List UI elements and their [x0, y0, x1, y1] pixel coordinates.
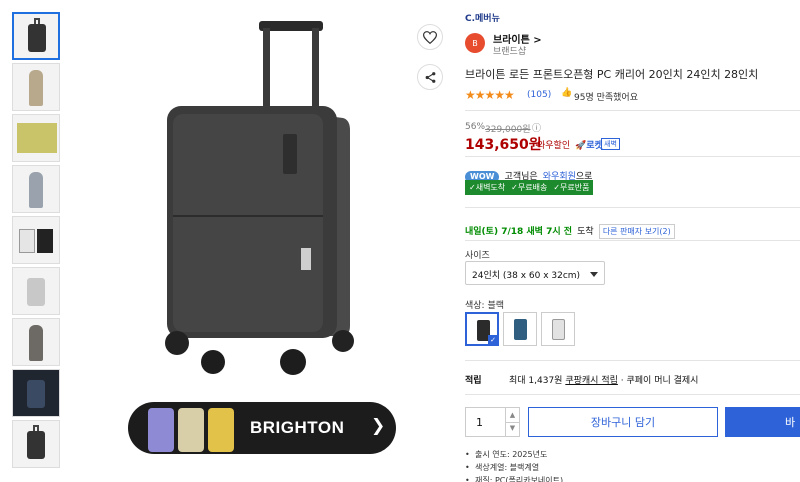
quantity-value[interactable]: 1: [476, 416, 483, 429]
discount-rate: 56%: [465, 122, 486, 132]
reward-suffix: · 쿠페이 머니 결제시: [620, 376, 699, 386]
delivery-arrive: 도착: [577, 227, 594, 237]
quantity-stepper[interactable]: 1 ▲ ▼: [465, 407, 520, 437]
spec-list: 출시 연도: 2025년도 색상계열: 블랙계열 재질: PC(폴리카보네이트): [465, 448, 563, 482]
mall-logo: C.메버뉴: [465, 14, 500, 24]
banner-suitcase-beige: [178, 408, 204, 452]
thumbnail-4[interactable]: [12, 165, 60, 213]
banner-suitcase-purple: [148, 408, 174, 452]
benefit-free-return: ✓무료반품: [553, 183, 590, 192]
color-swatch-black[interactable]: ✓: [465, 312, 499, 346]
thumbnail-list: [12, 12, 62, 471]
product-title: 브라이튼 로든 프론트오픈형 PC 캐리어 20인치 24인치 28인치: [465, 68, 759, 81]
divider: [465, 110, 800, 111]
reward-row: 최대 1,437원 쿠팡캐시 적립 · 쿠페이 머니 결제시: [509, 373, 698, 386]
wow-benefits-bar: ✓새벽도착 ✓무료배송 ✓무료반품: [465, 180, 594, 195]
rocket-badge: 🚀로켓: [575, 141, 603, 151]
thumbnail-5[interactable]: [12, 216, 60, 264]
banner-brand-text: BRIGHTON: [250, 418, 345, 437]
share-button[interactable]: [417, 64, 443, 90]
seller-subtitle: 브랜드샵: [493, 47, 527, 57]
buy-now-button[interactable]: 바: [725, 407, 800, 437]
benefit-dawn-delivery: ✓새벽도착: [469, 183, 506, 192]
size-selected-value: 24인치 (38 x 60 x 32cm): [472, 271, 581, 281]
spec-release-year: 출시 연도: 2025년도: [465, 448, 563, 461]
thumbnail-8[interactable]: [12, 369, 60, 417]
color-label: 색상: 블랙: [465, 301, 505, 311]
delivery-row: 내일(토) 7/18 새벽 7시 전 도착 다른 판매자 보기(2): [465, 219, 675, 239]
divider: [465, 156, 800, 157]
size-select[interactable]: 24인치 (38 x 60 x 32cm): [465, 261, 605, 285]
color-swatch-grey[interactable]: [541, 312, 575, 346]
wishlist-button[interactable]: [417, 24, 443, 50]
add-to-cart-button[interactable]: 장바구니 담기: [528, 407, 718, 437]
other-sellers-button[interactable]: 다른 판매자 보기(2): [598, 224, 675, 239]
rating-stars[interactable]: ★★★★★: [465, 88, 515, 102]
thumbnail-7[interactable]: [12, 318, 60, 366]
divider: [465, 207, 800, 208]
wow-discount-label: 와우할인: [537, 141, 571, 151]
spec-color-family: 색상계열: 블랙계열: [465, 461, 563, 474]
seller-logo: B: [465, 33, 485, 53]
spec-material: 재질: PC(폴리카보네이트): [465, 474, 563, 482]
satisfaction-text: 95명 만족했어요: [574, 93, 638, 103]
thumbs-up-icon: 👍: [561, 88, 573, 98]
current-price: 143,650원: [465, 137, 542, 153]
chevron-right-icon: ❯: [371, 416, 386, 436]
banner-suitcase-yellow: [208, 408, 234, 452]
thumbnail-6[interactable]: [12, 267, 60, 315]
rocket-dawn-tag: 새벽: [601, 138, 620, 150]
review-count-link[interactable]: (105): [527, 90, 551, 100]
reward-label: 적립: [465, 376, 482, 386]
thumbnail-1[interactable]: [12, 12, 60, 60]
brand-banner[interactable]: BRIGHTON ❯: [128, 402, 396, 454]
quantity-decrease-button[interactable]: ▼: [505, 421, 519, 436]
thumbnail-9[interactable]: [12, 420, 60, 468]
info-icon[interactable]: ⓘ: [532, 121, 541, 134]
heart-icon: [423, 30, 437, 44]
product-main-image: [165, 21, 354, 375]
color-swatch-navy[interactable]: [503, 312, 537, 346]
chevron-down-icon: [590, 272, 598, 277]
share-icon: [425, 71, 435, 83]
divider: [465, 240, 800, 241]
coupang-cash-link[interactable]: 쿠팡캐시 적립: [565, 376, 618, 386]
divider: [465, 360, 800, 361]
reward-amount: 최대 1,437원: [509, 376, 563, 386]
divider: [465, 394, 800, 395]
thumbnail-3[interactable]: [12, 114, 60, 162]
action-buttons: [417, 24, 443, 104]
thumbnail-2[interactable]: [12, 63, 60, 111]
size-label: 사이즈: [465, 251, 490, 261]
benefit-free-shipping: ✓무료배송: [511, 183, 548, 192]
delivery-date: 내일(토) 7/18 새벽 7시 전: [465, 227, 573, 237]
check-icon: ✓: [488, 335, 498, 345]
